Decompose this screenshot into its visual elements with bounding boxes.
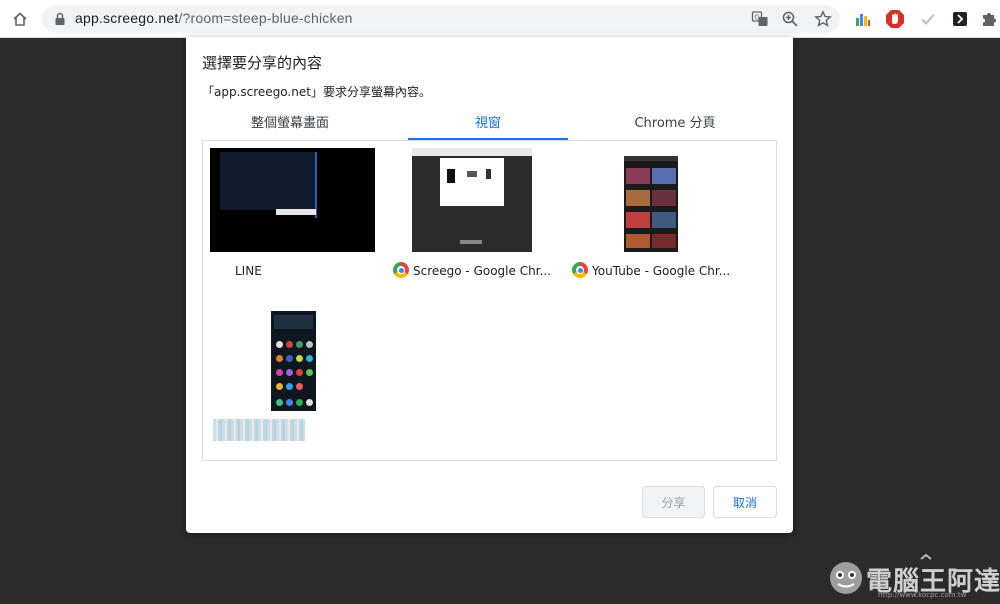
source-thumbnail xyxy=(271,311,316,411)
source-thumbnail xyxy=(210,148,375,252)
lock-icon[interactable] xyxy=(52,11,68,27)
home-icon[interactable] xyxy=(8,7,32,31)
tab-entire-screen[interactable]: 整個螢幕畫面 xyxy=(210,110,370,140)
source-label: Screego - Google Chr... xyxy=(413,264,551,278)
watermark-url: http://www.kocpc.com.tw xyxy=(878,591,967,599)
address-bar[interactable]: app.screego.net/?room=steep-blue-chicken… xyxy=(42,5,840,33)
share-button[interactable]: 分享 xyxy=(642,486,705,518)
browser-toolbar: app.screego.net/?room=steep-blue-chicken… xyxy=(0,0,1000,38)
tab-window[interactable]: 視窗 xyxy=(408,110,568,140)
source-label: YouTube - Google Chr... xyxy=(592,264,731,278)
dialog-title: 選擇要分享的內容 xyxy=(202,54,323,72)
dialog-description: 「app.screego.net」要求分享螢幕內容。 xyxy=(202,85,431,99)
source-item-youtube[interactable]: YouTube - Google Chr... xyxy=(572,148,747,283)
share-screen-dialog: 選擇要分享的內容 「app.screego.net」要求分享螢幕內容。 整個螢幕… xyxy=(186,37,793,533)
svg-text:G: G xyxy=(754,14,759,22)
dark-extension-icon[interactable] xyxy=(949,8,971,30)
source-tabs: 整個螢幕畫面 視窗 Chrome 分頁 xyxy=(202,110,777,140)
checkmark-extension-icon[interactable] xyxy=(917,8,939,30)
source-item-line[interactable]: LINE xyxy=(210,148,376,283)
chrome-icon xyxy=(572,262,588,278)
source-list: LINE Screego - Google Chr... YouTube - G… xyxy=(202,140,777,461)
source-item-phone-mirror[interactable] xyxy=(213,311,363,446)
source-label: LINE xyxy=(235,264,262,278)
puzzle-extensions-icon[interactable] xyxy=(978,8,1000,30)
adblock-extension-icon[interactable] xyxy=(884,8,906,30)
pixelated-label xyxy=(213,419,305,441)
watermark-logo: 電腦王阿達 http://www.kocpc.com.tw xyxy=(826,553,1000,601)
cancel-button[interactable]: 取消 xyxy=(713,486,777,518)
bar-chart-extension-icon[interactable] xyxy=(852,8,874,30)
tab-chrome-tab[interactable]: Chrome 分頁 xyxy=(595,110,755,140)
zoom-icon[interactable] xyxy=(780,9,800,29)
bookmark-star-icon[interactable] xyxy=(813,9,833,29)
source-thumbnail xyxy=(624,156,678,252)
source-thumbnail xyxy=(412,148,532,252)
url-text[interactable]: app.screego.net/?room=steep-blue-chicken xyxy=(75,10,353,26)
chrome-icon xyxy=(393,262,409,278)
source-item-screego[interactable]: Screego - Google Chr... xyxy=(393,148,563,283)
translate-icon[interactable]: G xyxy=(750,9,770,29)
